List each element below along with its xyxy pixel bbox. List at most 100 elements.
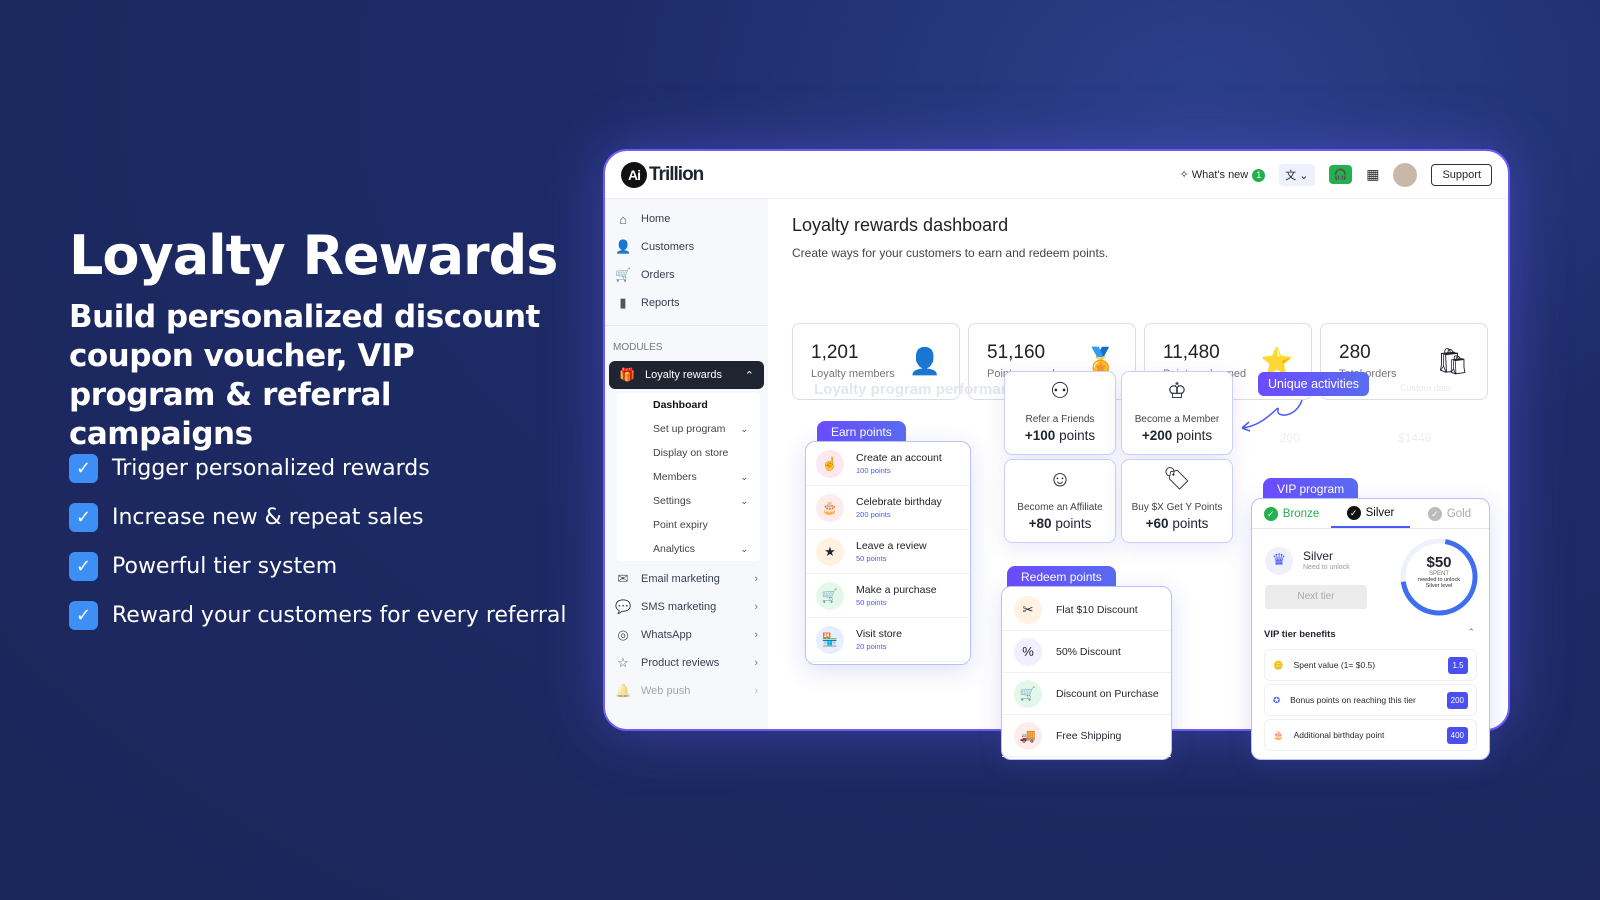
benefit-value-badge: 1.5 — [1448, 656, 1468, 674]
activity-icon: ⚇ — [1050, 378, 1070, 403]
avatar[interactable] — [1393, 162, 1418, 187]
earn-item-points: 20 points — [856, 642, 887, 651]
whats-new-button[interactable]: ✧ What's new 1 — [1179, 168, 1266, 182]
hero-subtitle: Build personalized discount coupon vouch… — [69, 299, 540, 452]
chevron-up-icon[interactable]: ⌃ — [1467, 627, 1475, 638]
earn-item[interactable]: 🏪 Visit store 20 points — [806, 618, 970, 662]
redeem-item[interactable]: 🛒 Discount on Purchase — [1002, 673, 1171, 715]
activity-points-unit: points — [1051, 516, 1092, 531]
logo[interactable]: Ai Trillion — [621, 161, 704, 188]
next-tier-button[interactable]: Next tier — [1265, 585, 1367, 609]
vip-benefit-row: 🎂 Additional birthday point 400 — [1264, 719, 1477, 751]
chevron-right-icon: › — [754, 601, 758, 613]
user-icon: 👤 — [615, 239, 632, 254]
vip-tab-label: Bronze — [1282, 507, 1320, 520]
sidebar-item-module[interactable]: ◎ WhatsApp › — [605, 621, 768, 649]
check-circle-icon: ✓ — [1346, 505, 1361, 520]
sidebar: ⌂ Home 👤 Customers 🛒 Orders ▮ Reports MODULES 🎁… — [605, 199, 768, 729]
activity-title: Buy $X Get Y Points — [1131, 502, 1223, 513]
chevron-up-icon: ⌃ — [744, 369, 754, 382]
tier-name: Silver — [1303, 549, 1334, 563]
redeem-item[interactable]: % 50% Discount — [1002, 631, 1171, 673]
performance-title: Loyalty program performance — [814, 381, 1027, 398]
activity-title: Refer a Friends — [1025, 414, 1095, 425]
activity-points-value: +60 — [1145, 516, 1169, 531]
sidebar-item-module[interactable]: ✉ Email marketing › — [605, 565, 768, 593]
sidebar-item-label: Email marketing — [641, 573, 720, 585]
sidebar-item-module[interactable]: ☆ Product reviews › — [605, 649, 768, 677]
redeem-item[interactable]: 🚚 Free Shipping — [1002, 715, 1171, 757]
vip-tab-bronze[interactable]: ✓ Bronze — [1252, 499, 1331, 528]
check-icon: ✓ — [69, 503, 98, 532]
redeem-item-label: 50% Discount — [1056, 645, 1121, 658]
whats-new-label: What's new — [1191, 168, 1249, 181]
activity-icon: ♔ — [1167, 378, 1187, 403]
redeem-item-icon: 🚚 — [1014, 721, 1042, 750]
earn-item-icon: ☝ — [816, 449, 844, 478]
sidebar-item-label: Loyalty rewards — [645, 369, 723, 381]
earn-item-icon: 🎂 — [816, 493, 844, 522]
sidebar-item-module[interactable]: 🔔 Web push › — [605, 677, 768, 705]
sidebar-subitem[interactable]: Analytics ⌄ — [617, 537, 760, 561]
sidebar-subitem[interactable]: Set up program ⌄ — [617, 417, 760, 441]
feature-item: ✓ Powerful tier system — [69, 552, 337, 581]
support-button[interactable]: Support — [1431, 163, 1492, 186]
chevron-down-icon: ⌄ — [740, 543, 748, 554]
activity-card[interactable]: ⚇ Refer a Friends +100 points — [1004, 371, 1116, 455]
redeem-item[interactable]: ✂ Flat $10 Discount — [1002, 589, 1171, 631]
language-button[interactable]: 文 ⌄ — [1279, 163, 1315, 186]
chevron-right-icon: › — [754, 573, 758, 585]
sidebar-item-customers[interactable]: 👤 Customers — [605, 233, 768, 261]
date-filter[interactable]: Custom date — [1400, 383, 1451, 393]
sidebar-item-orders[interactable]: 🛒 Orders — [605, 261, 768, 289]
top-bar: Ai Trillion ✧ What's new 1 文 ⌄ 🎧 ▦ Support — [605, 151, 1508, 199]
benefit-value-badge: 200 — [1446, 691, 1468, 709]
activity-card[interactable]: 🏷 Buy $X Get Y Points +60 points — [1121, 459, 1233, 543]
chevron-down-icon: ⌄ — [740, 423, 748, 434]
page-title: Loyalty rewards dashboard — [792, 215, 1009, 235]
check-circle-icon: ✓ — [1263, 506, 1278, 521]
benefit-value-badge: 400 — [1446, 726, 1468, 744]
activity-points-value: +100 — [1024, 428, 1056, 443]
chevron-down-icon: ⌄ — [740, 495, 748, 506]
faded-value: $1446 — [1398, 431, 1432, 445]
sidebar-item-reports[interactable]: ▮ Reports — [605, 289, 768, 317]
activity-title: Become a Member — [1134, 414, 1220, 425]
sidebar-item-loyalty-rewards[interactable]: 🎁 Loyalty rewards ⌃ — [609, 361, 764, 389]
sidebar-item-home[interactable]: ⌂ Home — [605, 205, 768, 233]
check-icon: ✓ — [69, 601, 98, 630]
earn-item[interactable]: ☝ Create an account 100 points — [806, 442, 970, 486]
chevron-down-icon: ⌄ — [740, 471, 748, 482]
stat-icon: 👤 — [908, 346, 941, 376]
activity-title: Become an Affiliate — [1017, 502, 1103, 513]
vip-tab-gold[interactable]: ✓ Gold — [1410, 499, 1489, 528]
sidebar-subitem-label: Settings — [653, 495, 691, 507]
sidebar-subitem[interactable]: Members ⌄ — [617, 465, 760, 489]
sparkle-icon: ✧ — [1179, 168, 1189, 181]
sidebar-subitem[interactable]: Point expiry — [617, 513, 760, 537]
earn-item-points: 50 points — [856, 598, 887, 607]
sidebar-subitem[interactable]: Display on store — [617, 441, 760, 465]
logo-mark: Ai — [621, 161, 647, 188]
cart-icon: 🛒 — [615, 267, 632, 282]
benefit-label: Bonus points on reaching this tier — [1290, 695, 1416, 705]
earn-item[interactable]: ★ Leave a review 50 points — [806, 530, 970, 574]
earn-item[interactable]: 🎂 Celebrate birthday 200 points — [806, 486, 970, 530]
sidebar-item-module[interactable]: 💬 SMS marketing › — [605, 593, 768, 621]
star-icon: ☆ — [617, 655, 629, 670]
sidebar-subitem[interactable]: Settings ⌄ — [617, 489, 760, 513]
headset-icon[interactable]: 🎧 — [1328, 165, 1353, 184]
stat-icon: 🛍 — [1435, 346, 1469, 376]
apps-grid-icon[interactable]: ▦ — [1366, 166, 1379, 183]
activity-card[interactable]: ♔ Become a Member +200 points — [1121, 371, 1233, 455]
chevron-right-icon: › — [754, 657, 758, 669]
feature-item: ✓ Increase new & repeat sales — [69, 503, 423, 532]
vip-tab-silver[interactable]: ✓ Silver — [1331, 499, 1410, 528]
earn-item-icon: 🏪 — [816, 625, 844, 654]
benefit-icon: 🪙 — [1273, 659, 1284, 670]
activity-card[interactable]: ☺ Become an Affiliate +80 points — [1004, 459, 1116, 543]
earn-item[interactable]: 🛒 Make a purchase 50 points — [806, 574, 970, 618]
feature-item: ✓ Trigger personalized rewards — [69, 454, 430, 483]
sidebar-subitem[interactable]: Dashboard — [617, 393, 760, 417]
home-icon: ⌂ — [619, 211, 627, 227]
